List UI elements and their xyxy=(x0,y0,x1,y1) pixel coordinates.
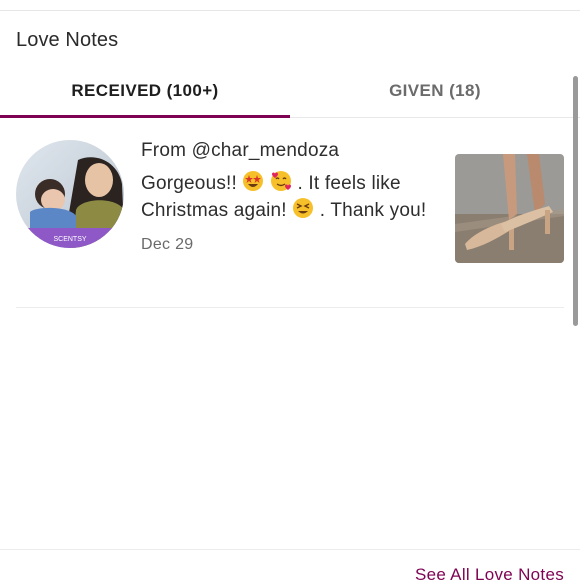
smiling-face-with-hearts-icon xyxy=(270,170,292,192)
section-title: Love Notes xyxy=(16,29,119,51)
scrollbar[interactable] xyxy=(573,76,578,326)
love-note-card: SCENTSY From @char_mendoza Gorgeous!! . … xyxy=(16,118,564,308)
star-struck-emoji-icon xyxy=(242,170,264,192)
top-divider xyxy=(0,0,580,11)
avatar[interactable]: SCENTSY xyxy=(16,140,124,248)
see-all-love-notes-link[interactable]: See All Love Notes xyxy=(415,565,564,585)
note-sender[interactable]: From @char_mendoza xyxy=(141,138,431,164)
listing-thumbnail[interactable] xyxy=(455,154,564,263)
note-body: From @char_mendoza Gorgeous!! . It feels… xyxy=(141,138,431,254)
note-message: Gorgeous!! . It feels like Christmas aga… xyxy=(141,170,431,224)
tab-received[interactable]: RECEIVED (100+) xyxy=(0,64,290,118)
tab-given[interactable]: GIVEN (18) xyxy=(290,64,580,117)
note-text-part3: . Thank you! xyxy=(319,200,427,221)
avatar-badge-text: SCENTSY xyxy=(53,236,86,243)
note-text-part1: Gorgeous!! xyxy=(141,173,243,194)
note-date: Dec 29 xyxy=(141,236,194,253)
love-notes-tabs: RECEIVED (100+) GIVEN (18) xyxy=(0,64,580,118)
footer-bar: See All Love Notes xyxy=(0,549,580,584)
tired-face-icon xyxy=(292,197,314,219)
